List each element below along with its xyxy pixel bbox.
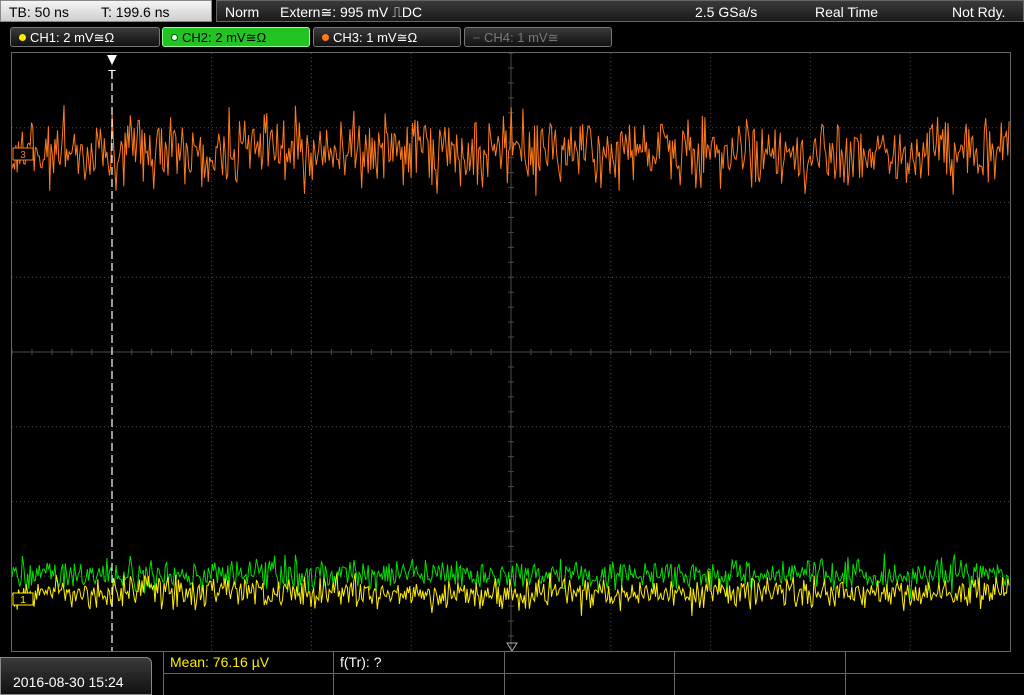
channel-4-label: CH4: 1 mV≅ bbox=[484, 30, 559, 45]
channel-bar: CH1: 2 mV≅Ω CH2: 2 mV≅Ω CH3: 1 mV≅Ω CH4:… bbox=[0, 25, 1024, 49]
trigger-source-label: Extern≅: 995 mV ⎍DC bbox=[280, 4, 423, 20]
run-status-label: Not Rdy. bbox=[952, 4, 1006, 20]
trigger-level-marker-icon bbox=[506, 642, 518, 652]
trigger-position-marker-icon[interactable] bbox=[107, 55, 117, 65]
measurement-row-divider bbox=[163, 673, 1024, 674]
timebase-box[interactable]: TB: 50 ns T: 199.6 ns bbox=[0, 0, 212, 22]
channel-1-indicator-icon bbox=[19, 34, 26, 41]
acquisition-status[interactable]: Norm Extern≅: 995 mV ⎍DC 2.5 GSa/s Real … bbox=[216, 0, 1024, 22]
channel-3-ref-label: 3 bbox=[20, 150, 26, 161]
measurement-rise-frequency[interactable]: f(Tr): ? bbox=[340, 654, 381, 670]
channel-4-button[interactable]: CH4: 1 mV≅ bbox=[464, 27, 612, 47]
date-time-label: 2016-08-30 15:24 bbox=[13, 674, 124, 690]
channel-1-ref-label: 1 bbox=[20, 595, 26, 606]
channel-4-indicator-icon bbox=[473, 37, 480, 39]
trigger-marker-label: T bbox=[108, 67, 116, 82]
channel-2-indicator-icon bbox=[171, 34, 178, 41]
trigger-time-label: T: 199.6 ns bbox=[101, 4, 170, 20]
waveform-canvas: T 3 1 bbox=[11, 52, 1010, 652]
channel-1-button[interactable]: CH1: 2 mV≅Ω bbox=[10, 27, 160, 47]
channel-3-indicator-icon bbox=[322, 34, 329, 41]
channel-2-button[interactable]: CH2: 2 mV≅Ω bbox=[162, 27, 310, 47]
channel-1-label: CH1: 2 mV≅Ω bbox=[30, 30, 115, 45]
channel-3-button[interactable]: CH3: 1 mV≅Ω bbox=[313, 27, 461, 47]
acquisition-mode-label: Real Time bbox=[815, 4, 879, 20]
sample-rate-label: 2.5 GSa/s bbox=[695, 4, 758, 20]
date-time-display: 2016-08-30 15:24 bbox=[0, 657, 152, 695]
top-status-bar: TB: 50 ns T: 199.6 ns Norm Extern≅: 995 … bbox=[0, 0, 1024, 24]
trigger-mode-label: Norm bbox=[225, 4, 260, 20]
channel-2-label: CH2: 2 mV≅Ω bbox=[182, 30, 267, 45]
timebase-label: TB: 50 ns bbox=[9, 4, 69, 20]
measurement-mean[interactable]: Mean: 76.16 µV bbox=[170, 654, 269, 670]
channel-3-label: CH3: 1 mV≅Ω bbox=[333, 30, 418, 45]
waveform-display[interactable]: T 3 1 bbox=[11, 52, 1011, 652]
